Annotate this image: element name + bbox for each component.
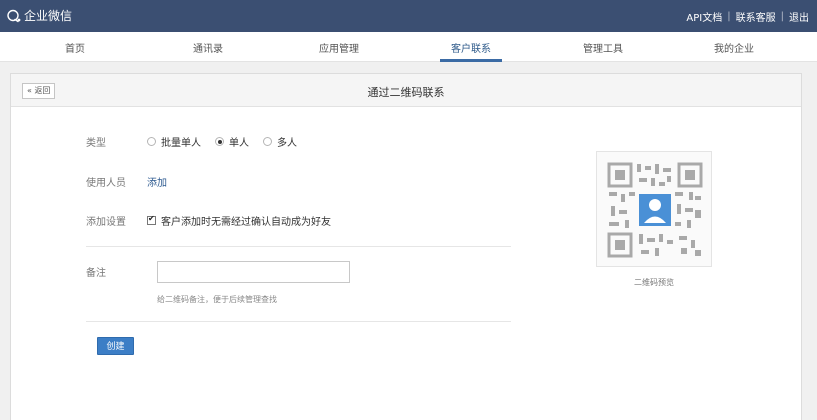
nav-app-management[interactable]: 应用管理 <box>309 40 369 55</box>
top-bar: 企业微信 API文档 | 联系客服 | 退出 <box>0 0 817 32</box>
add-user-link[interactable]: 添加 <box>147 174 167 189</box>
user-label: 使用人员 <box>86 178 126 189</box>
nav-home[interactable]: 首页 <box>45 40 105 55</box>
separator: | <box>780 11 784 22</box>
wecom-logo-icon <box>7 9 21 22</box>
type-label: 类型 <box>86 138 106 149</box>
contact-support-link[interactable]: 联系客服 <box>736 9 776 24</box>
nav-my-enterprise[interactable]: 我的企业 <box>704 40 764 55</box>
settings-label: 添加设置 <box>86 217 126 228</box>
auto-accept-checkbox[interactable] <box>147 214 156 225</box>
divider <box>86 246 511 247</box>
nav-management-tools[interactable]: 管理工具 <box>573 40 633 55</box>
api-docs-link[interactable]: API文档 <box>686 9 722 24</box>
create-button[interactable]: 创建 <box>97 337 134 355</box>
panel-header: « 返回 通过二维码联系 <box>11 74 801 107</box>
qr-code-icon <box>607 162 703 258</box>
auto-accept-text: 客户添加时无需经过确认自动成为好友 <box>161 217 331 228</box>
nav-contacts[interactable]: 通讯录 <box>178 40 238 55</box>
header-links: API文档 | 联系客服 | 退出 <box>686 9 809 24</box>
note-input[interactable] <box>157 261 350 283</box>
note-hint: 给二维码备注，便于后续管理查找 <box>157 295 277 304</box>
app-name: 企业微信 <box>24 9 73 23</box>
nav-customer-contact[interactable]: 客户联系 <box>441 40 501 55</box>
radio-single[interactable] <box>215 137 224 146</box>
radio-multiple[interactable] <box>263 137 272 146</box>
logout-link[interactable]: 退出 <box>789 9 809 24</box>
radio-batch-single[interactable] <box>147 137 156 146</box>
radio-label: 批量单人 <box>161 138 201 149</box>
separator: | <box>727 11 731 22</box>
qr-code-preview <box>596 151 712 267</box>
type-option-single[interactable]: 单人 <box>215 134 249 149</box>
qr-preview-caption: 二维码预览 <box>634 278 674 287</box>
divider <box>86 321 511 322</box>
radio-label: 单人 <box>229 138 249 149</box>
type-option-batch-single[interactable]: 批量单人 <box>147 134 201 149</box>
app-logo[interactable]: 企业微信 <box>6 7 72 24</box>
note-label: 备注 <box>86 268 106 279</box>
type-option-multiple[interactable]: 多人 <box>263 134 297 149</box>
active-tab-indicator <box>440 59 502 62</box>
main-nav: 首页 通讯录 应用管理 客户联系 管理工具 我的企业 <box>0 32 817 62</box>
page-title: 通过二维码联系 <box>367 86 445 99</box>
type-radio-group: 批量单人 单人 多人 <box>147 134 311 149</box>
auto-accept-option[interactable]: 客户添加时无需经过确认自动成为好友 <box>147 213 331 228</box>
radio-label: 多人 <box>277 138 297 149</box>
